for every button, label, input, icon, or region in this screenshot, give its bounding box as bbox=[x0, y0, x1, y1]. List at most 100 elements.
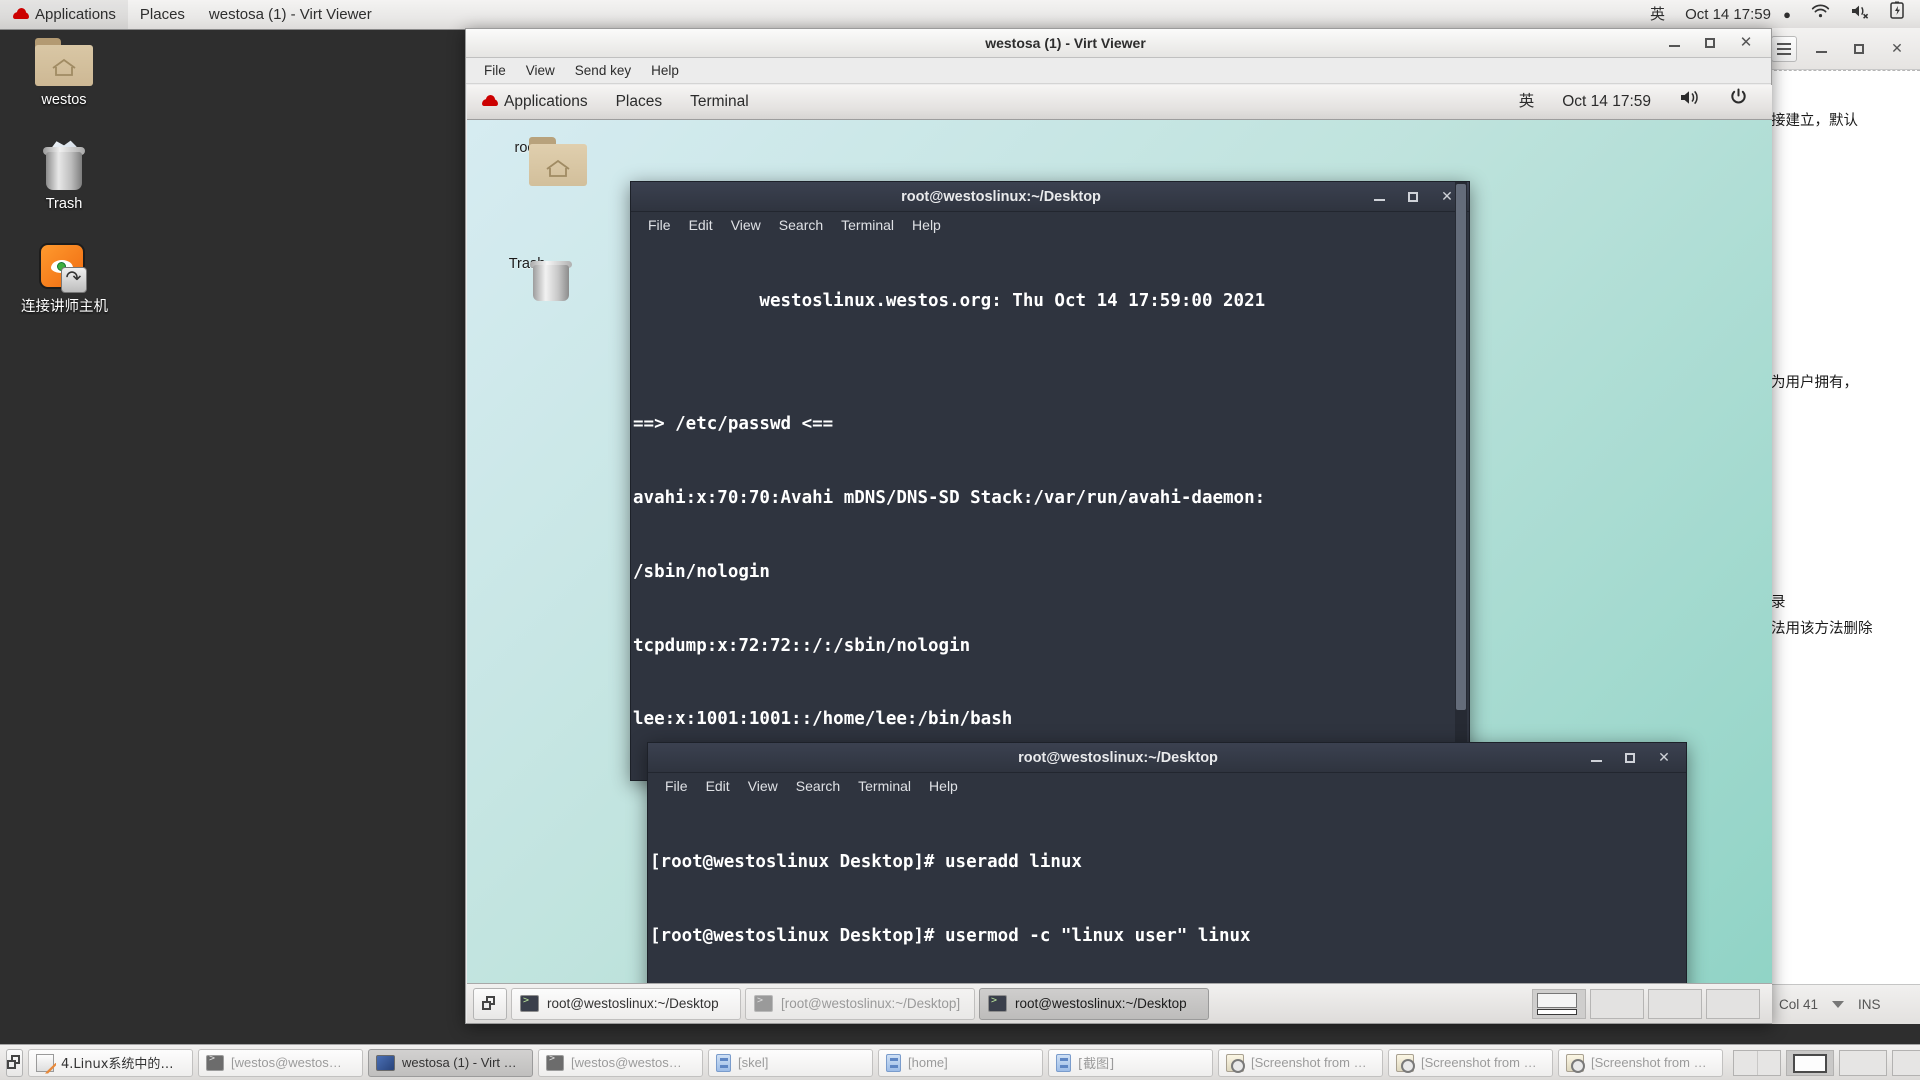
vm-input-method-indicator[interactable]: 英 bbox=[1505, 85, 1549, 119]
terminal-back-output[interactable]: westoslinux.westos.org: Thu Oct 14 17:59… bbox=[631, 238, 1469, 774]
desktop-icon-westos[interactable]: westos bbox=[18, 38, 110, 109]
vm-taskbar-item[interactable]: [root@westoslinux:~/Desktop] bbox=[745, 987, 975, 1020]
host-taskbar-item-screenshots-folder[interactable]: [截图] bbox=[1048, 1048, 1213, 1077]
terminal-back-scrollbar[interactable] bbox=[1455, 182, 1467, 780]
terminal-icon bbox=[754, 995, 773, 1012]
terminal-back-minimize-button[interactable] bbox=[1371, 189, 1387, 205]
power-icon[interactable] bbox=[1715, 85, 1762, 119]
vm-taskbar-item[interactable]: root@westoslinux:~/Desktop bbox=[979, 987, 1209, 1020]
menu-terminal[interactable]: Terminal bbox=[832, 213, 903, 238]
host-workspace-switcher[interactable] bbox=[1733, 1049, 1920, 1076]
cursor-column-indicator: Col 41 bbox=[1779, 997, 1819, 1012]
menu-help[interactable]: Help bbox=[903, 213, 950, 238]
host-show-desktop-button[interactable] bbox=[6, 1048, 23, 1077]
desktop-icon-label: Trash bbox=[45, 196, 83, 212]
menu-edit[interactable]: Edit bbox=[680, 213, 722, 238]
hamburger-menu-icon[interactable] bbox=[1771, 36, 1797, 62]
terminal-window-front[interactable]: root@westoslinux:~/Desktop ✕ File Edit V… bbox=[647, 742, 1687, 1017]
background-editor-close-button[interactable]: ✕ bbox=[1888, 40, 1906, 58]
vm-desktop-icon-root[interactable]: root bbox=[477, 137, 587, 186]
desktop-icon-trash[interactable]: Trash bbox=[18, 140, 110, 213]
virt-viewer-menubar: File View Send key Help bbox=[466, 58, 1771, 84]
terminal-back-title: root@westoslinux:~/Desktop bbox=[901, 188, 1101, 205]
chevron-down-icon[interactable] bbox=[1832, 1001, 1845, 1008]
desktop-icon-vnc[interactable]: ↷ 连接讲师主机 bbox=[12, 243, 117, 316]
menu-view[interactable]: View bbox=[739, 774, 787, 799]
terminal-line: /sbin/nologin bbox=[633, 561, 770, 582]
terminal-window-back[interactable]: root@westoslinux:~/Desktop ✕ File Edit V… bbox=[630, 181, 1470, 781]
vm-show-desktop-button[interactable] bbox=[473, 987, 507, 1020]
terminal-front-output[interactable]: [root@westoslinux Desktop]# useradd linu… bbox=[648, 799, 1686, 1014]
host-taskbar-item-terminal-2[interactable]: [westos@westos… bbox=[538, 1048, 703, 1077]
menu-view[interactable]: View bbox=[516, 58, 565, 83]
host-workspace-4[interactable] bbox=[1892, 1049, 1920, 1076]
host-taskbar-item-label: [home] bbox=[908, 1055, 948, 1070]
menu-file[interactable]: File bbox=[639, 213, 680, 238]
virt-viewer-close-button[interactable]: ✕ bbox=[1737, 34, 1755, 52]
terminal-front-titlebar[interactable]: root@westoslinux:~/Desktop ✕ bbox=[648, 743, 1686, 773]
virt-viewer-minimize-button[interactable] bbox=[1665, 34, 1683, 52]
host-places-menu[interactable]: Places bbox=[128, 0, 197, 29]
host-taskbar-item-gedit[interactable]: 4.Linux系统中的用… bbox=[28, 1048, 193, 1077]
host-taskbar-item-virt-viewer[interactable]: westosa (1) - Virt … bbox=[368, 1048, 533, 1077]
terminal-line: [root@westoslinux Desktop]# useradd linu… bbox=[650, 852, 1082, 873]
host-clock[interactable]: Oct 14 17:59 ● bbox=[1675, 0, 1801, 29]
terminal-back-close-button[interactable]: ✕ bbox=[1439, 188, 1455, 205]
vm-applications-menu[interactable]: Applications bbox=[467, 85, 602, 119]
volume-muted-icon[interactable] bbox=[1840, 0, 1880, 29]
vm-workspace-3[interactable] bbox=[1648, 988, 1702, 1019]
menu-search[interactable]: Search bbox=[770, 213, 832, 238]
menu-file[interactable]: File bbox=[656, 774, 697, 799]
background-editor-document[interactable]: 接建立，默认 为用户拥有， 录 法用该方法删除 bbox=[1769, 70, 1920, 984]
host-taskbar-item-screenshot-1[interactable]: [Screenshot from … bbox=[1218, 1048, 1383, 1077]
volume-icon[interactable] bbox=[1665, 85, 1715, 119]
virt-viewer-window[interactable]: westosa (1) - Virt Viewer ✕ File View Se… bbox=[465, 28, 1772, 1024]
vm-workspace-1[interactable] bbox=[1532, 988, 1586, 1019]
host-workspace-3[interactable] bbox=[1839, 1049, 1887, 1076]
menu-edit[interactable]: Edit bbox=[697, 774, 739, 799]
terminal-front-maximize-button[interactable] bbox=[1622, 750, 1638, 766]
menu-view[interactable]: View bbox=[722, 213, 770, 238]
terminal-line: lee:x:1001:1001::/home/lee:/bin/bash bbox=[633, 709, 1013, 730]
terminal-front-minimize-button[interactable] bbox=[1588, 750, 1604, 766]
host-taskbar-item-screenshot-2[interactable]: [Screenshot from … bbox=[1388, 1048, 1553, 1077]
vm-clock[interactable]: Oct 14 17:59 bbox=[1548, 85, 1665, 119]
battery-charging-icon[interactable] bbox=[1880, 0, 1914, 29]
vm-taskbar: root@westoslinux:~/Desktop [root@westosl… bbox=[467, 983, 1772, 1023]
host-taskbar-item-screenshot-3[interactable]: [Screenshot from … bbox=[1558, 1048, 1723, 1077]
menu-help[interactable]: Help bbox=[920, 774, 967, 799]
host-applications-menu[interactable]: Applications bbox=[0, 0, 128, 29]
vm-applications-label: Applications bbox=[504, 93, 588, 110]
terminal-front-close-button[interactable]: ✕ bbox=[1656, 749, 1672, 766]
vm-workspace-4[interactable] bbox=[1706, 988, 1760, 1019]
menu-file[interactable]: File bbox=[474, 58, 516, 83]
background-editor-minimize-button[interactable] bbox=[1812, 40, 1830, 58]
host-taskbar-item-skel[interactable]: [skel] bbox=[708, 1048, 873, 1077]
menu-help[interactable]: Help bbox=[641, 58, 689, 83]
vm-desktop-icon-trash[interactable]: Trash bbox=[477, 253, 577, 301]
desktop-icon-label: westos bbox=[41, 92, 87, 108]
background-text-editor-window[interactable]: ✕ 接建立，默认 为用户拥有， 录 法用该方法删除 Col 41 INS bbox=[1768, 28, 1920, 1024]
host-workspace-2[interactable] bbox=[1786, 1049, 1834, 1076]
virt-viewer-titlebar[interactable]: westosa (1) - Virt Viewer ✕ bbox=[466, 29, 1771, 58]
scrollbar-thumb[interactable] bbox=[1456, 184, 1466, 711]
terminal-back-titlebar[interactable]: root@westoslinux:~/Desktop ✕ bbox=[631, 182, 1469, 212]
menu-search[interactable]: Search bbox=[787, 774, 849, 799]
menu-terminal[interactable]: Terminal bbox=[849, 774, 920, 799]
background-editor-maximize-button[interactable] bbox=[1850, 40, 1868, 58]
host-active-window-title[interactable]: westosa (1) - Virt Viewer bbox=[197, 0, 384, 29]
virt-viewer-maximize-button[interactable] bbox=[1701, 34, 1719, 52]
wifi-icon[interactable] bbox=[1801, 0, 1840, 29]
vm-guest-screen[interactable]: Applications Places Terminal 英 Oct 14 17… bbox=[467, 85, 1772, 1023]
vm-places-menu[interactable]: Places bbox=[602, 85, 677, 119]
terminal-back-maximize-button[interactable] bbox=[1405, 189, 1421, 205]
vm-workspace-switcher[interactable] bbox=[1532, 988, 1766, 1019]
host-taskbar-item-home[interactable]: [home] bbox=[878, 1048, 1043, 1077]
host-input-method-indicator[interactable]: 英 bbox=[1640, 0, 1675, 29]
vm-taskbar-item[interactable]: root@westoslinux:~/Desktop bbox=[511, 987, 741, 1020]
host-workspace-1[interactable] bbox=[1733, 1049, 1781, 1076]
vm-active-app-menu[interactable]: Terminal bbox=[676, 85, 763, 119]
vm-workspace-2[interactable] bbox=[1590, 988, 1644, 1019]
menu-send-key[interactable]: Send key bbox=[565, 58, 641, 83]
host-taskbar-item-terminal-1[interactable]: [westos@westos… bbox=[198, 1048, 363, 1077]
